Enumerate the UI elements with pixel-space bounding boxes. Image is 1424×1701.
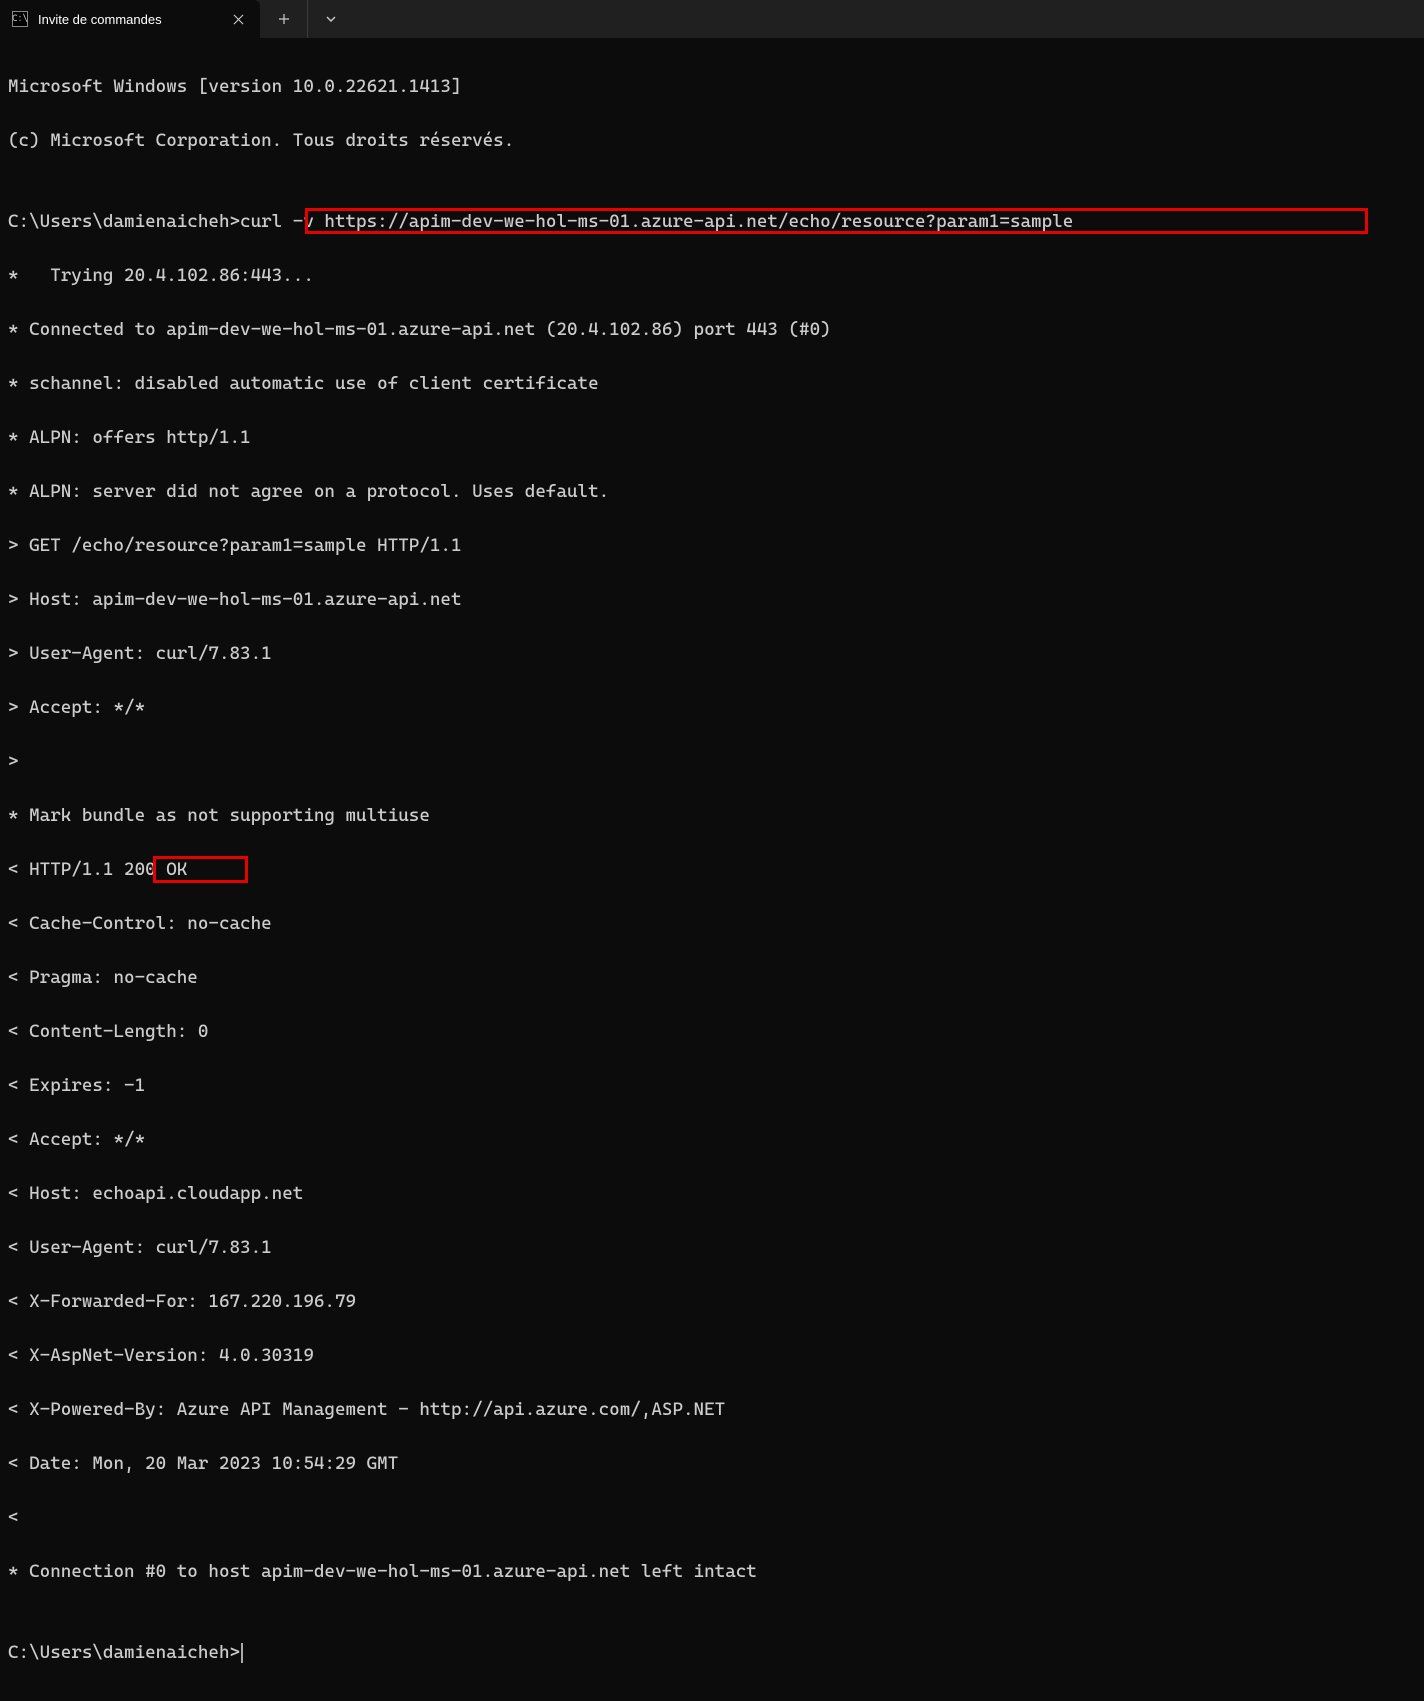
terminal-line: < Host: echoapi.cloudapp.net bbox=[8, 1180, 1416, 1207]
terminal-line: < X-AspNet-Version: 4.0.30319 bbox=[8, 1342, 1416, 1369]
terminal-line: < Content-Length: 0 bbox=[8, 1018, 1416, 1045]
terminal-line: < X-Powered-By: Azure API Management - h… bbox=[8, 1396, 1416, 1423]
terminal-tab[interactable]: C:\ Invite de commandes bbox=[0, 0, 260, 38]
terminal-line: Microsoft Windows [version 10.0.22621.14… bbox=[8, 73, 1416, 100]
terminal-line: < Cache-Control: no-cache bbox=[8, 910, 1416, 937]
titlebar: C:\ Invite de commandes bbox=[0, 0, 1424, 38]
terminal-line: * ALPN: offers http/1.1 bbox=[8, 424, 1416, 451]
terminal-line: * Connection #0 to host apim-dev-we-hol-… bbox=[8, 1558, 1416, 1585]
terminal-line: * Connected to apim-dev-we-hol-ms-01.azu… bbox=[8, 316, 1416, 343]
terminal-line: > Accept: */* bbox=[8, 694, 1416, 721]
terminal-line: * Mark bundle as not supporting multiuse bbox=[8, 802, 1416, 829]
cmd-icon: C:\ bbox=[12, 11, 28, 27]
close-tab-button[interactable] bbox=[226, 7, 250, 31]
titlebar-buttons bbox=[260, 0, 354, 38]
terminal-line: > bbox=[8, 748, 1416, 775]
terminal-line: < Pragma: no-cache bbox=[8, 964, 1416, 991]
terminal-line: < HTTP/1.1 200 OK bbox=[8, 856, 1416, 883]
tab-dropdown-button[interactable] bbox=[308, 0, 354, 38]
terminal-line: < Expires: -1 bbox=[8, 1072, 1416, 1099]
terminal-line: > Host: apim-dev-we-hol-ms-01.azure-api.… bbox=[8, 586, 1416, 613]
terminal-output[interactable]: Microsoft Windows [version 10.0.22621.14… bbox=[0, 38, 1424, 1701]
terminal-line: C:\Users\damienaicheh>curl -v https://ap… bbox=[8, 208, 1416, 235]
terminal-line: * Trying 20.4.102.86:443... bbox=[8, 262, 1416, 289]
tab-title: Invite de commandes bbox=[38, 12, 216, 27]
terminal-line: < Date: Mon, 20 Mar 2023 10:54:29 GMT bbox=[8, 1450, 1416, 1477]
terminal-line: < Accept: */* bbox=[8, 1126, 1416, 1153]
terminal-line: (c) Microsoft Corporation. Tous droits r… bbox=[8, 127, 1416, 154]
terminal-prompt: C:\Users\damienaicheh> bbox=[8, 1639, 1416, 1666]
terminal-line: < User-Agent: curl/7.83.1 bbox=[8, 1234, 1416, 1261]
terminal-line: > GET /echo/resource?param1=sample HTTP/… bbox=[8, 532, 1416, 559]
terminal-line: < bbox=[8, 1504, 1416, 1531]
terminal-line: < X-Forwarded-For: 167.220.196.79 bbox=[8, 1288, 1416, 1315]
terminal-line: * schannel: disabled automatic use of cl… bbox=[8, 370, 1416, 397]
new-tab-button[interactable] bbox=[260, 0, 308, 38]
terminal-line: > User-Agent: curl/7.83.1 bbox=[8, 640, 1416, 667]
terminal-line: * ALPN: server did not agree on a protoc… bbox=[8, 478, 1416, 505]
cursor bbox=[241, 1643, 243, 1663]
